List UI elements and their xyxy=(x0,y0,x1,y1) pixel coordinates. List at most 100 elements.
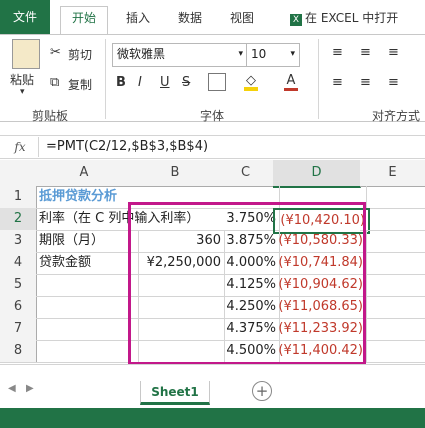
status-bar xyxy=(0,408,425,428)
align-center-icon[interactable]: ≡ xyxy=(360,75,371,90)
cell-a2[interactable]: 利率（在 C 列中输入利率） xyxy=(36,208,224,231)
align-right-icon[interactable]: ≡ xyxy=(388,75,399,90)
strikethrough-icon[interactable]: S xyxy=(182,75,190,90)
cell-a8[interactable] xyxy=(36,340,139,363)
cell-d8[interactable]: (¥11,400.42) xyxy=(273,340,367,363)
tab-insert[interactable]: 插入 xyxy=(118,7,158,34)
ribbon: 粘贴 ▾ ✂ 剪切 ⧉ 复制 剪贴板 微软雅黑 ▾ 10 ▾ B I U S ◇ A… xyxy=(0,34,425,123)
cell-d1[interactable] xyxy=(273,186,367,209)
fx-icon[interactable]: fx xyxy=(8,138,32,156)
ribbon-divider xyxy=(318,39,319,119)
cell-d6[interactable]: (¥11,068.65) xyxy=(273,296,367,319)
cell-a1[interactable]: 抵押贷款分析 xyxy=(36,186,224,209)
borders-icon[interactable] xyxy=(208,73,226,91)
cell-e2[interactable] xyxy=(360,208,425,231)
row-header-7[interactable]: 7 xyxy=(0,318,37,341)
row-header-3[interactable]: 3 xyxy=(0,230,37,253)
cell-a5[interactable] xyxy=(36,274,139,297)
row-header-1[interactable]: 1 xyxy=(0,186,37,209)
cell-c6[interactable]: 4.250% xyxy=(218,296,280,319)
scroll-right-icon[interactable]: ▶ xyxy=(26,383,34,394)
worksheet-grid: A B C D E 1 2 3 4 5 6 7 8 抵押贷款分析 利率（在 C … xyxy=(0,160,425,365)
sheet-tab-sheet1[interactable]: Sheet1 xyxy=(140,381,210,405)
copy-icon[interactable]: ⧉ xyxy=(50,75,59,90)
ribbon-tab-bar: 文件 开始 插入 数据 视图 X在 EXCEL 中打开 xyxy=(0,0,425,35)
tab-home[interactable]: 开始 xyxy=(60,6,108,35)
tab-open-in-excel[interactable]: X在 EXCEL 中打开 xyxy=(290,7,420,34)
cell-a4[interactable]: 贷款金额 xyxy=(36,252,139,275)
column-header-e[interactable]: E xyxy=(360,160,425,187)
cell-c4[interactable]: 4.000% xyxy=(218,252,280,275)
cell-c3[interactable]: 3.875% xyxy=(218,230,280,253)
tab-view[interactable]: 视图 xyxy=(222,7,262,34)
align-bottom-icon[interactable]: ≡ xyxy=(388,45,399,60)
cell-e7[interactable] xyxy=(360,318,425,341)
copy-button[interactable]: 复制 xyxy=(68,76,92,93)
cell-c7[interactable]: 4.375% xyxy=(218,318,280,341)
cell-a3[interactable]: 期限（月） xyxy=(36,230,139,253)
column-header-c[interactable]: C xyxy=(218,160,274,187)
cut-button[interactable]: 剪切 xyxy=(68,46,92,63)
formula-divider xyxy=(38,137,39,157)
italic-icon[interactable]: I xyxy=(138,75,142,90)
fill-color-icon[interactable]: ◇ xyxy=(244,73,258,91)
select-all-corner[interactable] xyxy=(0,160,37,187)
formula-input[interactable]: =PMT(C2/12,$B$3,$B$4) xyxy=(46,136,208,158)
align-middle-icon[interactable]: ≡ xyxy=(360,45,371,60)
align-top-icon[interactable]: ≡ xyxy=(332,45,343,60)
cell-e8[interactable] xyxy=(360,340,425,363)
scissors-icon[interactable]: ✂ xyxy=(50,45,61,60)
paste-button[interactable]: 粘贴 xyxy=(10,71,34,88)
cell-a6[interactable] xyxy=(36,296,139,319)
cell-d5[interactable]: (¥10,904.62) xyxy=(273,274,367,297)
column-header-b[interactable]: B xyxy=(132,160,219,187)
cell-d3[interactable]: (¥10,580.33) xyxy=(273,230,367,253)
add-sheet-icon[interactable]: + xyxy=(252,381,272,401)
align-left-icon[interactable]: ≡ xyxy=(332,75,343,90)
ribbon-divider xyxy=(105,39,106,119)
cell-a7[interactable] xyxy=(36,318,139,341)
cell-e6[interactable] xyxy=(360,296,425,319)
font-size-select[interactable]: 10 ▾ xyxy=(246,43,300,67)
column-header-d[interactable]: D xyxy=(273,160,361,188)
font-name-select[interactable]: 微软雅黑 ▾ xyxy=(112,43,248,67)
cell-c8[interactable]: 4.500% xyxy=(218,340,280,363)
cell-c2[interactable]: 3.750% xyxy=(218,208,280,231)
font-size-value: 10 xyxy=(251,47,267,61)
row-header-8[interactable]: 8 xyxy=(0,340,37,363)
row-header-2[interactable]: 2 xyxy=(0,208,37,231)
scroll-left-icon[interactable]: ◀ xyxy=(8,383,16,394)
row-header-5[interactable]: 5 xyxy=(0,274,37,297)
cell-b4[interactable]: ¥2,250,000 xyxy=(132,252,225,275)
chevron-down-icon[interactable]: ▾ xyxy=(20,87,25,97)
chevron-down-icon: ▾ xyxy=(290,49,295,59)
cell-d7[interactable]: (¥11,233.92) xyxy=(273,318,367,341)
paste-icon[interactable] xyxy=(12,39,40,69)
open-in-excel-label: 在 EXCEL 中打开 xyxy=(305,11,399,25)
bold-icon[interactable]: B xyxy=(116,75,126,90)
tab-data[interactable]: 数据 xyxy=(170,7,210,34)
alignment-group-label: 对齐方式 xyxy=(372,109,421,123)
cell-e3[interactable] xyxy=(360,230,425,253)
cell-b8[interactable] xyxy=(132,340,225,363)
cell-e1[interactable] xyxy=(360,186,425,209)
font-color-icon[interactable]: A xyxy=(284,73,298,91)
cell-b5[interactable] xyxy=(132,274,225,297)
underline-icon[interactable]: U xyxy=(160,75,170,90)
row-header-6[interactable]: 6 xyxy=(0,296,37,319)
chevron-down-icon: ▾ xyxy=(238,49,243,59)
sheet-tab-bar: ◀ ▶ Sheet1 + xyxy=(0,364,425,428)
font-group-label: 字体 xyxy=(200,109,225,123)
cell-b3[interactable]: 360 xyxy=(132,230,225,253)
column-header-a[interactable]: A xyxy=(36,160,133,187)
cell-c1[interactable] xyxy=(218,186,280,209)
cell-e5[interactable] xyxy=(360,274,425,297)
cell-b7[interactable] xyxy=(132,318,225,341)
cell-b6[interactable] xyxy=(132,296,225,319)
row-header-4[interactable]: 4 xyxy=(0,252,37,275)
cell-e4[interactable] xyxy=(360,252,425,275)
clipboard-group-label: 剪贴板 xyxy=(32,109,69,123)
cell-c5[interactable]: 4.125% xyxy=(218,274,280,297)
cell-d4[interactable]: (¥10,741.84) xyxy=(273,252,367,275)
tab-file[interactable]: 文件 xyxy=(0,0,50,34)
